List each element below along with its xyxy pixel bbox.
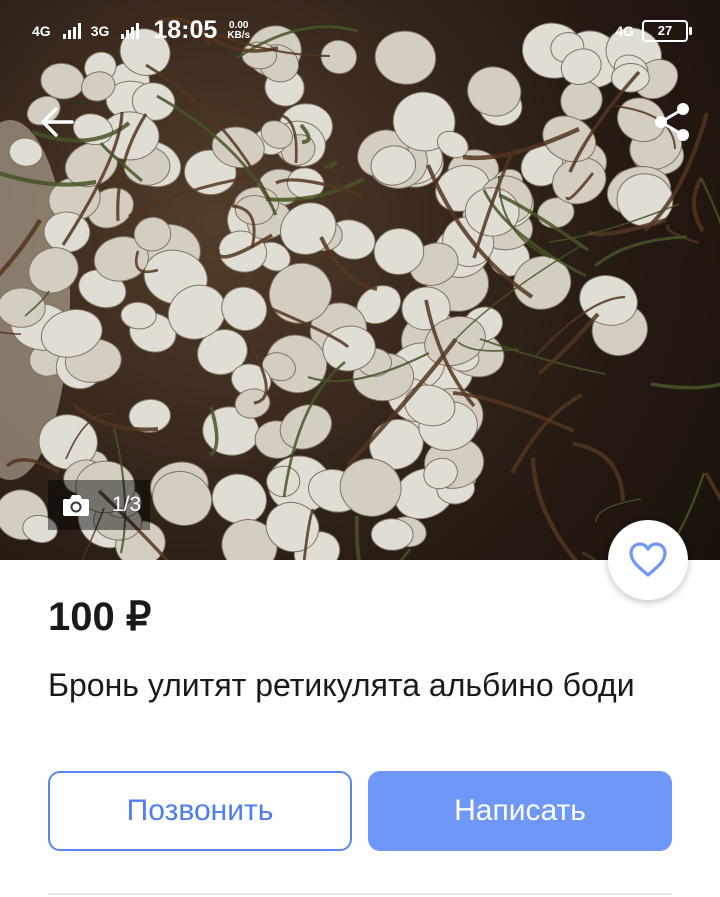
write-button[interactable]: Написать	[368, 771, 672, 851]
clock: 18:05	[153, 16, 218, 44]
network-speed: 0.00 KB/s	[227, 19, 251, 41]
network-label-2: 3G	[90, 22, 110, 39]
speed-unit: KB/s	[227, 29, 251, 41]
heart-outline-icon	[629, 542, 667, 577]
camera-icon	[63, 495, 89, 516]
network-label-right: 4G	[615, 23, 634, 39]
signal-icon	[121, 22, 140, 39]
battery-level: 27	[657, 23, 673, 38]
speed-value: 0.00	[228, 19, 249, 31]
photo-counter-text: 1/3	[112, 493, 142, 516]
listing-title: Бронь улитят ретикулята альбино боди	[48, 667, 635, 703]
battery-icon: 27	[642, 20, 692, 42]
signal-icon	[62, 22, 81, 39]
share-button[interactable]	[648, 98, 696, 146]
listing-photo[interactable]	[0, 0, 720, 560]
snail-eggs-image	[0, 0, 720, 560]
network-label-1: 4G	[32, 22, 51, 39]
call-button[interactable]: Позвонить	[48, 771, 352, 851]
favorite-button[interactable]	[608, 520, 688, 600]
divider	[48, 893, 672, 895]
share-icon	[655, 103, 689, 141]
price: 100 ₽	[48, 595, 152, 639]
arrow-left-icon	[41, 107, 74, 137]
back-button[interactable]	[36, 100, 80, 144]
photo-counter: 1/3	[48, 480, 150, 530]
status-bar: 4G 3G 18:05 0.00 KB/s 4G 27	[0, 0, 720, 62]
